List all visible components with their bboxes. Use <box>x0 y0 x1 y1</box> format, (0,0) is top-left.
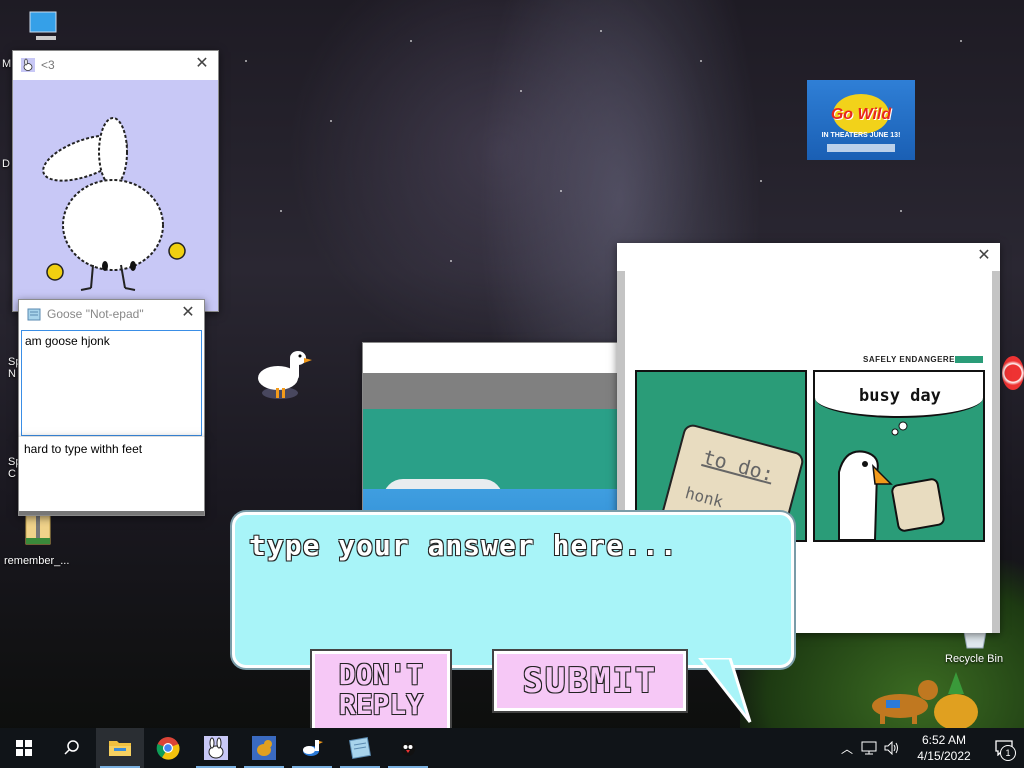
system-tray: ︿ 6:52 AM 4/15/2022 1 <box>836 728 1024 768</box>
search-button[interactable] <box>48 728 96 768</box>
submit-button[interactable]: SUBMIT <box>494 651 686 711</box>
taskbar-penguin-app[interactable] <box>384 728 432 768</box>
notepad-window-title: Goose "Not-epad" <box>47 307 144 321</box>
taskbar-notepad-app[interactable] <box>336 728 384 768</box>
action-center-button[interactable]: 1 <box>984 728 1024 768</box>
notepad-text-area[interactable]: hard to type withh feet <box>21 439 202 511</box>
clock-date: 4/15/2022 <box>917 749 971 763</box>
notification-count-badge: 1 <box>1000 745 1016 761</box>
dog-icon <box>872 672 978 730</box>
poster-footer <box>827 144 895 152</box>
comic-panel-2: busy day <box>813 370 985 542</box>
desktop-icon-label: M <box>2 58 12 70</box>
answer-placeholder: type your answer here... <box>249 529 678 562</box>
comic-window-titlebar[interactable]: ✕ <box>617 243 1000 271</box>
background-window-titlebar[interactable] <box>363 343 619 373</box>
taskbar-file-explorer[interactable] <box>96 728 144 768</box>
notepad-window[interactable]: Goose "Not-epad" ✕ am goose hjonk <box>18 299 205 439</box>
dont-reply-button[interactable]: DON'T REPLY <box>312 651 450 733</box>
windows-logo-icon <box>16 740 32 756</box>
desktop-icon-label: Recycle Bin <box>945 653 1004 665</box>
speech-tail <box>698 658 752 723</box>
dog-pineapple-sprite[interactable] <box>856 666 986 730</box>
close-icon[interactable]: ✕ <box>194 56 210 73</box>
clock-button[interactable]: 6:52 AM 4/15/2022 <box>904 732 984 764</box>
clock-time: 6:52 AM <box>921 733 967 747</box>
dog-app-icon <box>252 736 276 760</box>
monitor-icon <box>29 11 57 40</box>
goose-sprite[interactable] <box>254 346 314 408</box>
todo-item: honk <box>683 483 726 512</box>
bunny-image <box>42 117 186 291</box>
submit-label: SUBMIT <box>522 661 658 701</box>
notepad-bottom-bar <box>19 511 204 515</box>
poster-title: Go Wild <box>830 106 892 123</box>
bunny-window-titlebar[interactable]: <3 ✕ <box>13 51 218 79</box>
taskbar-dog-app[interactable] <box>240 728 288 768</box>
network-button[interactable] <box>858 741 880 755</box>
comic-brand: SAFELY ENDANGERED <box>863 355 962 364</box>
goose-icon <box>258 351 312 399</box>
todo-title: to do: <box>700 444 777 487</box>
dont-reply-label: DON'T REPLY <box>338 658 424 721</box>
notepad-app-icon <box>348 736 372 760</box>
desktop-icon-my-computer[interactable] <box>22 10 62 50</box>
notepad-window-2[interactable]: hard to type withh feet <box>18 437 205 516</box>
folder-icon <box>109 741 131 756</box>
bunny-window-title: <3 <box>41 58 55 72</box>
bunny-canvas <box>13 80 218 311</box>
network-icon <box>861 741 877 755</box>
comic-right-border <box>992 271 1000 633</box>
notepad-text: hard to type withh feet <box>24 442 143 456</box>
crab-icon <box>1002 356 1024 390</box>
volume-button[interactable] <box>880 741 904 755</box>
taskbar: ︿ 6:52 AM 4/15/2022 1 <box>0 728 1024 768</box>
answer-dialog[interactable]: type your answer here... <box>232 512 794 668</box>
answer-input[interactable]: type your answer here... <box>249 529 777 569</box>
close-icon[interactable]: ✕ <box>180 305 196 322</box>
search-icon <box>64 740 79 755</box>
bunny-window[interactable]: <3 ✕ <box>12 50 219 312</box>
desktop-icon-label: D <box>2 158 10 170</box>
notepad-text-area[interactable]: am goose hjonk <box>21 330 202 436</box>
show-hidden-icons-button[interactable]: ︿ <box>836 740 858 757</box>
taskbar-goose-app[interactable] <box>288 728 336 768</box>
movie-poster: Go Wild IN THEATERS JUNE 13! <box>807 80 915 160</box>
bunny-app-icon <box>21 58 35 72</box>
penguin-app-icon <box>401 742 415 756</box>
speaker-icon <box>884 741 898 755</box>
goose-reading-image <box>838 421 945 540</box>
notepad-text: am goose hjonk <box>25 334 110 348</box>
chrome-icon <box>156 737 180 760</box>
poster-subtitle: IN THEATERS JUNE 13! <box>821 132 901 139</box>
zip-folder-icon <box>25 513 51 545</box>
taskbar-chrome[interactable] <box>144 728 192 768</box>
start-button[interactable] <box>0 728 48 768</box>
taskbar-bunny-app[interactable] <box>192 728 240 768</box>
close-icon[interactable]: ✕ <box>976 248 992 265</box>
desktop-icon-label: remember_... <box>4 555 70 567</box>
notepad-window-titlebar[interactable]: Goose "Not-epad" ✕ <box>19 300 204 328</box>
comic-brand-tag <box>955 356 983 363</box>
chevron-up-icon: ︿ <box>840 741 853 756</box>
notepad-app-icon <box>27 308 41 321</box>
desktop-icon-remember-file[interactable] <box>22 512 56 548</box>
goose-app-icon <box>303 740 323 756</box>
bunny-app-icon <box>204 736 228 760</box>
